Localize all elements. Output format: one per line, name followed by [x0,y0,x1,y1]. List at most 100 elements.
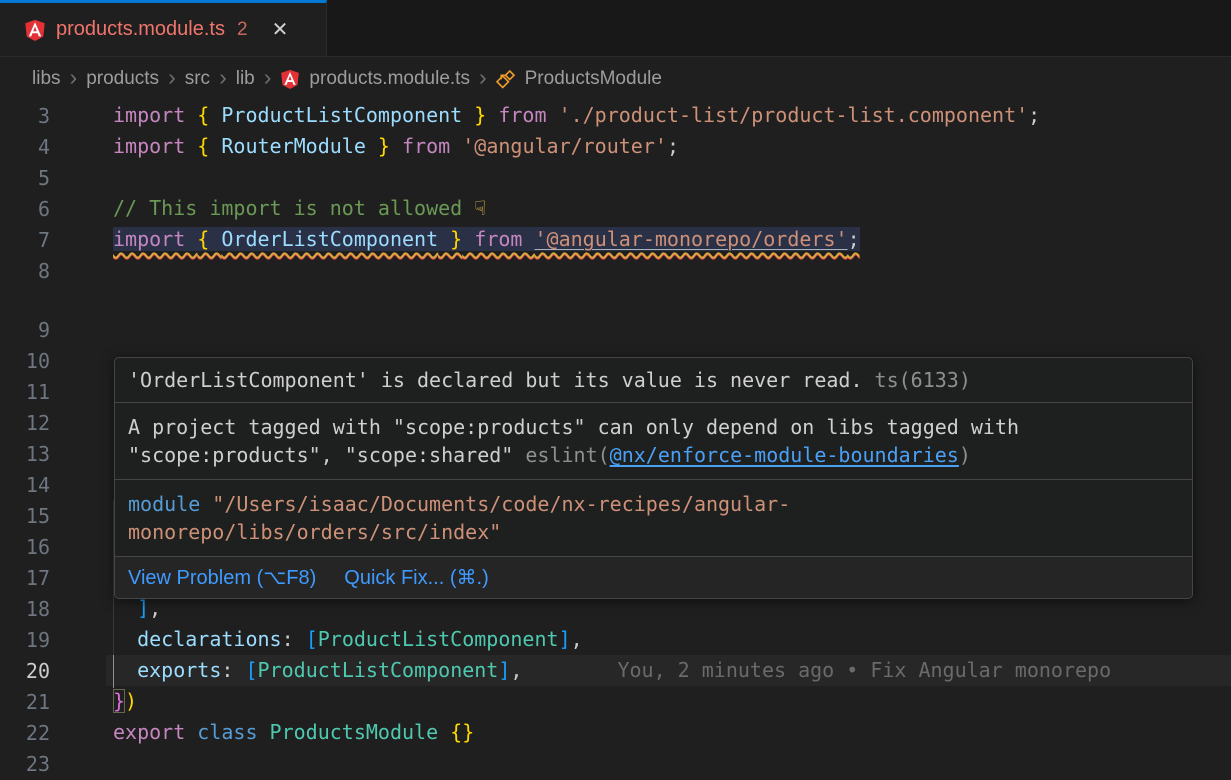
code-token: from [486,103,558,127]
quick-fix-action[interactable]: Quick Fix... (⌘.) [344,565,488,590]
code-token: [ [245,658,257,682]
code-line-23[interactable]: 23 [0,748,1231,779]
code-token: ; [667,134,679,158]
code-text: export class ProductsModule {} [113,717,474,748]
code-token: OrderListComponent [221,227,438,251]
code-token: } [366,134,390,158]
code-token: import [113,134,197,158]
code-text: import { RouterModule } from '@angular/r… [113,131,679,162]
code-token: { [197,103,221,127]
chevron-right-icon: › [70,66,78,92]
breadcrumb-src[interactable]: src [185,68,210,90]
code-token: ; [848,227,860,251]
code-line-20[interactable]: 20 exports: [ProductListComponent],You, … [0,655,1231,686]
pointing-down-emoji: ☟ [474,196,486,220]
eslint-rule-link[interactable]: @nx/enforce-module-boundaries [610,443,959,467]
tab-products-module[interactable]: products.module.ts 2 ✕ [0,0,327,56]
line-number[interactable]: 19 [0,628,50,652]
code-token: } [113,689,125,713]
warning-squiggle: import { OrderListComponent } from '@ang… [113,227,860,251]
line-number[interactable]: 9 [0,318,50,342]
code-text: // This import is not allowed ☟ [113,193,486,224]
hover-widget: 'OrderListComponent' is declared but its… [114,357,1193,599]
code-line-6[interactable]: 6 // This import is not allowed ☟ [0,193,1231,224]
code-token: // This import is not allowed [113,196,474,220]
code-token: exports [137,658,221,682]
line-number[interactable]: 12 [0,411,50,435]
line-number[interactable]: 7 [0,228,50,252]
line-number[interactable]: 5 [0,166,50,190]
line-number[interactable]: 13 [0,442,50,466]
code-line-19[interactable]: 19 declarations: [ProductListComponent], [0,624,1231,655]
close-icon[interactable]: ✕ [272,17,289,42]
line-number[interactable]: 21 [0,690,50,714]
code-token: [ [306,627,318,651]
code-token: './product-list/product-list.component' [559,103,1029,127]
breadcrumb-lib[interactable]: lib [236,68,255,90]
view-problem-action[interactable]: View Problem (⌥F8) [128,565,316,590]
angular-file-icon [280,69,300,89]
code-token: import [113,103,197,127]
code-text: import { OrderListComponent } from '@ang… [113,224,860,255]
hover-text: eslint( [525,443,609,467]
line-number[interactable]: 17 [0,566,50,590]
tab-bar: products.module.ts 2 ✕ [0,0,1231,57]
code-line-3[interactable]: 3 import { ProductListComponent } from '.… [0,100,1231,131]
module-path-message: module "/Users/isaac/Documents/code/nx-r… [115,480,1192,557]
code-line-8[interactable]: 8 [0,255,1231,286]
module-link[interactable]: '@angular-monorepo/orders' [534,227,847,251]
line-number[interactable]: 3 [0,104,50,128]
code-token: ] [498,658,510,682]
line-number[interactable]: 16 [0,535,50,559]
line-number[interactable]: 10 [0,349,50,373]
code-token: : [282,627,306,651]
line-number[interactable]: 4 [0,135,50,159]
code-token [113,596,137,620]
code-token: declarations [137,627,282,651]
code-text: import { ProductListComponent } from './… [113,100,1040,131]
line-number[interactable]: 14 [0,473,50,497]
code-token: class [197,720,269,744]
line-number[interactable]: 15 [0,504,50,528]
code-line-5[interactable]: 5 [0,162,1231,193]
code-token: , [149,596,161,620]
hover-text: "/Users/isaac/Documents/code/nx-recipes/… [128,492,790,544]
breadcrumb-products[interactable]: products [86,68,159,90]
code-token: '@angular/router' [462,134,667,158]
code-token: ) [125,689,137,713]
code-editor: 3 import { ProductListComponent } from '.… [0,100,1231,780]
code-token: from [390,134,462,158]
code-line-21[interactable]: 21}) [0,686,1231,717]
line-number[interactable]: 8 [0,259,50,283]
line-number[interactable]: 22 [0,721,50,745]
hover-text: ) [959,443,971,467]
error-highlight: import { OrderListComponent } from '@ang… [113,227,860,251]
code-token: ProductListComponent [258,658,499,682]
code-token: ProductsModule [270,720,439,744]
code-token: import [113,227,197,251]
line-number[interactable]: 23 [0,752,50,776]
code-line-9[interactable]: 9 [0,314,1231,345]
code-token: { [197,134,221,158]
code-token: ProductListComponent [318,627,559,651]
hover-text: 'OrderListComponent' is declared but its… [128,368,863,392]
line-number[interactable]: 18 [0,597,50,621]
code-line-4[interactable]: 4 import { RouterModule } from '@angular/… [0,131,1231,162]
line-number[interactable]: 20 [0,659,50,683]
code-text: }) [113,686,137,717]
breadcrumb-file[interactable]: products.module.ts [309,68,470,90]
breadcrumb-libs[interactable]: libs [32,68,61,90]
breadcrumb-symbol[interactable]: ProductsModule [525,68,662,90]
tab-problem-count: 2 [237,19,248,41]
line-number[interactable]: 11 [0,380,50,404]
line-number[interactable]: 6 [0,197,50,221]
class-symbol-icon [496,69,516,89]
tab-title: products.module.ts [56,18,225,41]
chevron-right-icon: › [264,66,272,92]
breadcrumb: libs › products › src › lib › products.m… [0,57,1231,100]
chevron-right-icon: › [479,66,487,92]
code-token: ] [559,627,571,651]
code-line-7[interactable]: 7 import { OrderListComponent } from '@an… [0,224,1231,255]
code-line-22[interactable]: 22 export class ProductsModule {} [0,717,1231,748]
code-token: from [462,227,534,251]
